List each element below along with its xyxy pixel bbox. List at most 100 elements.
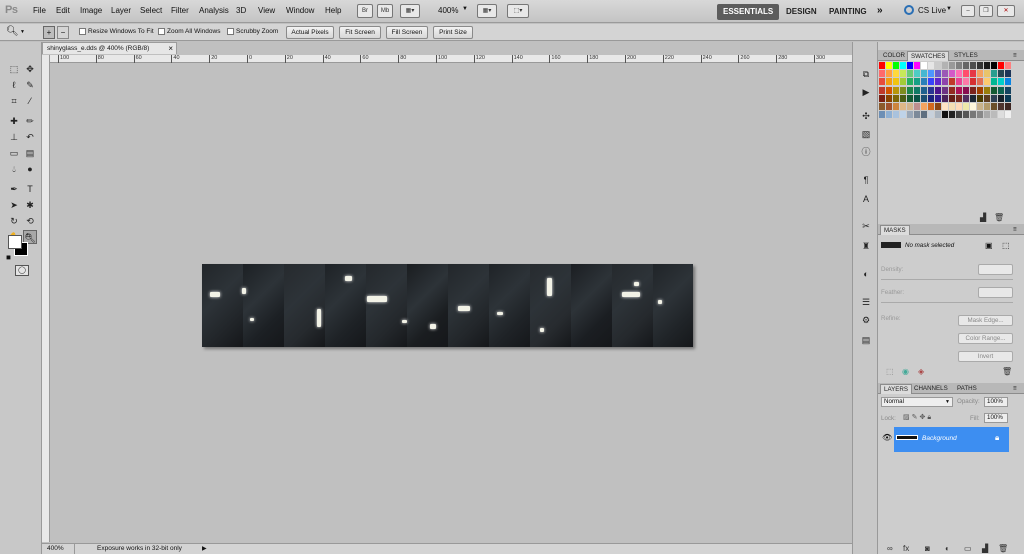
color-swatch[interactable] bbox=[977, 103, 983, 110]
color-swatch[interactable] bbox=[921, 62, 927, 69]
path-selection-tool-icon[interactable]: ➤ bbox=[7, 198, 21, 212]
menu-layer[interactable]: Layer bbox=[111, 6, 131, 15]
print-size-button[interactable]: Print Size bbox=[433, 26, 473, 39]
color-swatch[interactable] bbox=[963, 62, 969, 69]
bridge-icon[interactable]: Br bbox=[357, 4, 373, 18]
color-swatch[interactable] bbox=[991, 62, 997, 69]
color-swatch[interactable] bbox=[991, 70, 997, 78]
color-swatch[interactable] bbox=[977, 94, 983, 102]
new-layer-icon[interactable]: ▟ bbox=[982, 544, 988, 553]
color-swatch[interactable] bbox=[942, 70, 948, 78]
color-swatch[interactable] bbox=[928, 78, 934, 86]
mask-visibility-icon[interactable]: ◉ bbox=[902, 367, 909, 376]
color-swatch[interactable] bbox=[879, 62, 885, 69]
brush-presets-icon[interactable]: ☰ bbox=[860, 296, 872, 308]
scrubby-zoom-checkbox[interactable]: Scrubby Zoom bbox=[227, 28, 278, 35]
navigator-panel-icon[interactable]: ▧ bbox=[860, 128, 872, 140]
color-swatch[interactable] bbox=[991, 103, 997, 110]
quick-selection-tool-icon[interactable]: ✎ bbox=[23, 78, 37, 92]
color-swatch[interactable] bbox=[949, 103, 955, 110]
color-swatch[interactable] bbox=[914, 86, 920, 94]
cs-live-label[interactable]: CS Live bbox=[918, 6, 946, 15]
color-swatch[interactable] bbox=[879, 86, 885, 94]
color-swatch[interactable] bbox=[935, 111, 941, 119]
resize-windows-checkbox[interactable]: Resize Windows To Fit bbox=[79, 28, 154, 35]
document-close-icon[interactable]: × bbox=[168, 43, 173, 54]
actions-panel-icon[interactable]: ▶ bbox=[860, 86, 872, 98]
color-swatch[interactable] bbox=[984, 78, 990, 86]
color-swatch[interactable] bbox=[900, 62, 906, 69]
feather-slider[interactable] bbox=[881, 302, 1013, 303]
color-swatch[interactable] bbox=[991, 78, 997, 86]
color-swatch[interactable] bbox=[956, 111, 962, 119]
color-swatch[interactable] bbox=[998, 94, 1004, 102]
clone-source-icon[interactable]: ♜ bbox=[860, 240, 872, 252]
delete-swatch-icon[interactable]: 🗑︎ bbox=[994, 213, 1004, 222]
color-swatch[interactable] bbox=[900, 94, 906, 102]
paragraph-panel-icon[interactable]: ¶ bbox=[860, 174, 872, 186]
notes-panel-icon[interactable]: ▤ bbox=[860, 334, 872, 346]
color-swatch[interactable] bbox=[977, 78, 983, 86]
color-swatch[interactable] bbox=[1005, 78, 1011, 86]
status-zoom[interactable]: 400% bbox=[47, 544, 64, 554]
color-swatch[interactable] bbox=[879, 103, 885, 110]
color-swatch[interactable] bbox=[921, 111, 927, 119]
color-swatch[interactable] bbox=[998, 62, 1004, 69]
mask-edge-button[interactable]: Mask Edge... bbox=[958, 315, 1013, 326]
preset-dropdown-icon[interactable]: ▼ bbox=[20, 29, 25, 35]
eyedropper-tool-icon[interactable]: ⁄ bbox=[23, 94, 37, 108]
color-swatch[interactable] bbox=[942, 86, 948, 94]
zoom-in-icon[interactable]: + bbox=[43, 26, 55, 39]
document-tab[interactable]: shinyglass_e.dds @ 400% (RGB/8) × bbox=[42, 42, 177, 54]
color-swatch[interactable] bbox=[928, 62, 934, 69]
color-swatch[interactable] bbox=[949, 62, 955, 69]
quick-mask-icon[interactable]: ◯ bbox=[15, 265, 29, 276]
delete-mask-icon[interactable]: 🗑︎ bbox=[1002, 367, 1012, 376]
color-swatch[interactable] bbox=[970, 94, 976, 102]
maximize-icon[interactable]: ❐ bbox=[979, 5, 993, 17]
zoom-all-windows-checkbox[interactable]: Zoom All Windows bbox=[158, 28, 220, 35]
color-swatch[interactable] bbox=[907, 111, 913, 119]
color-swatch[interactable] bbox=[1005, 103, 1011, 110]
color-swatch[interactable] bbox=[935, 94, 941, 102]
swap-colors-icon[interactable]: ⇆ bbox=[26, 232, 31, 239]
color-swatch[interactable] bbox=[942, 111, 948, 119]
status-menu-icon[interactable]: ▶ bbox=[202, 544, 207, 554]
color-swatch[interactable] bbox=[949, 111, 955, 119]
color-swatch[interactable] bbox=[998, 103, 1004, 110]
color-swatch[interactable] bbox=[1005, 86, 1011, 94]
character-panel-icon[interactable]: A bbox=[860, 193, 872, 205]
color-swatch[interactable] bbox=[949, 94, 955, 102]
color-swatch[interactable] bbox=[956, 103, 962, 110]
adjustments-panel-icon[interactable]: ✣ bbox=[860, 110, 872, 122]
color-swatch[interactable] bbox=[942, 103, 948, 110]
color-swatch[interactable] bbox=[886, 70, 892, 78]
color-swatch[interactable] bbox=[907, 70, 913, 78]
minimize-icon[interactable]: – bbox=[961, 5, 975, 17]
blend-mode-select[interactable]: Normal ▼ bbox=[881, 397, 953, 407]
color-swatch[interactable] bbox=[998, 111, 1004, 119]
color-swatch[interactable] bbox=[942, 78, 948, 86]
color-swatch[interactable] bbox=[900, 86, 906, 94]
color-swatch[interactable] bbox=[907, 86, 913, 94]
fill-field[interactable]: 100% bbox=[984, 413, 1008, 423]
menu-analysis[interactable]: Analysis bbox=[199, 6, 229, 15]
color-swatch[interactable] bbox=[907, 94, 913, 102]
screen-mode-icon[interactable]: ⬚▾ bbox=[507, 4, 529, 18]
color-swatch[interactable] bbox=[998, 78, 1004, 86]
crop-tool-icon[interactable]: ⌗ bbox=[7, 94, 21, 108]
animation-icon[interactable]: ⚙ bbox=[860, 314, 872, 326]
color-swatch[interactable] bbox=[893, 70, 899, 78]
color-swatch[interactable] bbox=[991, 86, 997, 94]
color-swatch[interactable] bbox=[977, 70, 983, 78]
tab-masks[interactable]: MASKS bbox=[880, 225, 910, 235]
color-swatch[interactable] bbox=[914, 103, 920, 110]
color-swatch[interactable] bbox=[928, 70, 934, 78]
color-swatch[interactable] bbox=[956, 94, 962, 102]
menu-view[interactable]: View bbox=[258, 6, 275, 15]
eraser-tool-icon[interactable]: ▭ bbox=[7, 146, 21, 160]
type-tool-icon[interactable]: T bbox=[23, 182, 37, 196]
color-swatch[interactable] bbox=[963, 111, 969, 119]
color-swatch[interactable] bbox=[914, 94, 920, 102]
color-swatch[interactable] bbox=[879, 70, 885, 78]
